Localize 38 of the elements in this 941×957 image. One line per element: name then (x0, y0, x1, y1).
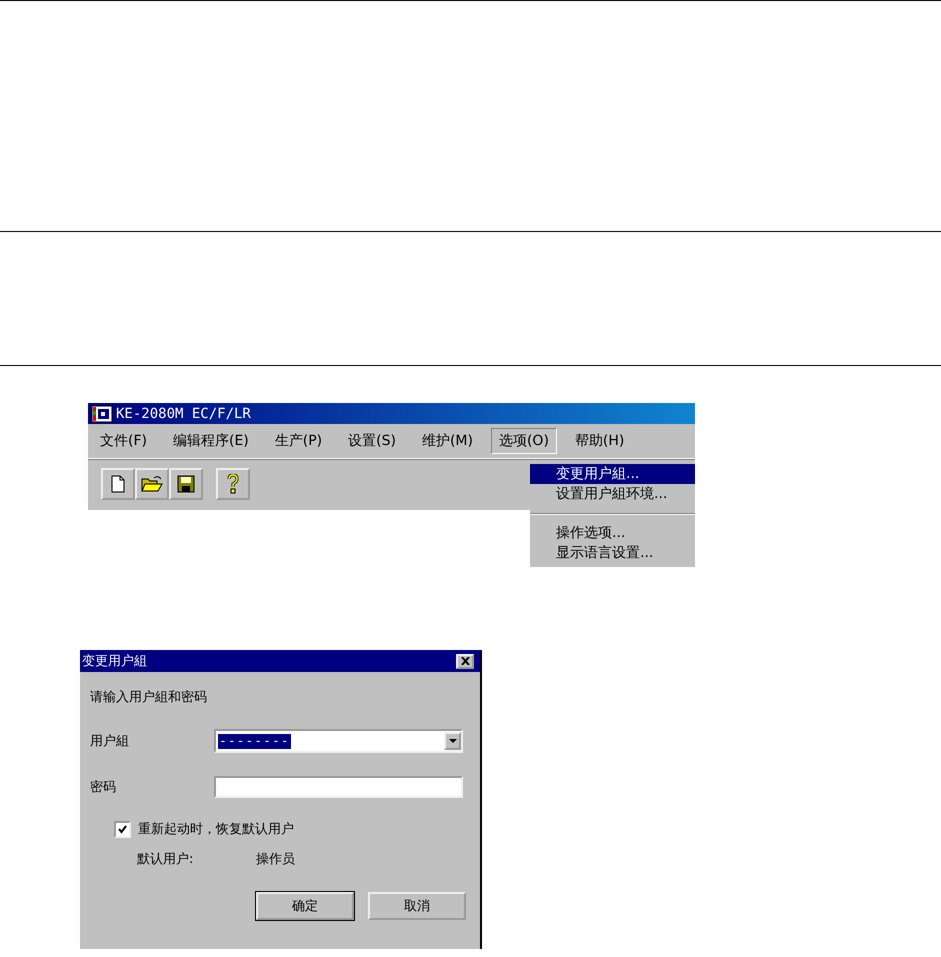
prompt-text: 请输入用户組和密码 (90, 689, 208, 706)
menu-item[interactable]: 文件(F) (92, 428, 155, 454)
menu-item[interactable]: 维护(M) (414, 428, 481, 454)
document-icon (111, 475, 125, 493)
menu-item[interactable]: 设置(S) (340, 428, 404, 454)
field-label: 密码 (90, 779, 117, 796)
dialog-title: 变更用户組 (82, 653, 147, 670)
menu-item[interactable]: 帮助(H) (566, 428, 632, 454)
checkbox-label: 重新起动时，恢复默认用户 (138, 821, 294, 838)
menu-item[interactable]: 显示语言设置... (530, 543, 695, 563)
help-button[interactable] (216, 468, 250, 500)
user-group-dropdown[interactable]: -------- (214, 729, 463, 753)
close-icon (460, 657, 470, 665)
dropdown-value: -------- (218, 734, 291, 748)
password-field[interactable] (214, 776, 463, 798)
default-user-value: 操作员 (256, 851, 295, 868)
dropdown-button[interactable] (444, 732, 461, 750)
new-button[interactable] (101, 468, 135, 500)
menu-item[interactable]: 变更用户組... (530, 464, 695, 484)
check-icon (118, 824, 127, 834)
menu-item[interactable]: 生产(P) (266, 428, 330, 454)
folder-icon (141, 475, 163, 493)
menu-item[interactable]: 编辑程序(E) (164, 428, 257, 454)
save-button[interactable] (169, 468, 203, 500)
checkbox[interactable] (114, 820, 131, 838)
menu-item[interactable]: 操作选项... (530, 523, 695, 543)
window-title: KE-2080M EC/F/LR (116, 406, 251, 422)
app-icon (91, 404, 113, 422)
caret-icon (448, 739, 456, 743)
open-button[interactable] (135, 468, 169, 500)
menu-item[interactable]: 选项(O) (490, 428, 557, 454)
default-user-label: 默认用户: (137, 851, 194, 868)
help-icon (227, 474, 239, 494)
cancel-button[interactable]: 取消 (368, 892, 466, 920)
close-button[interactable] (456, 654, 474, 668)
menu-item[interactable]: 设置用户組环境... (530, 484, 695, 504)
field-label: 用户組 (90, 733, 130, 750)
ok-button[interactable]: 确定 (256, 892, 354, 920)
